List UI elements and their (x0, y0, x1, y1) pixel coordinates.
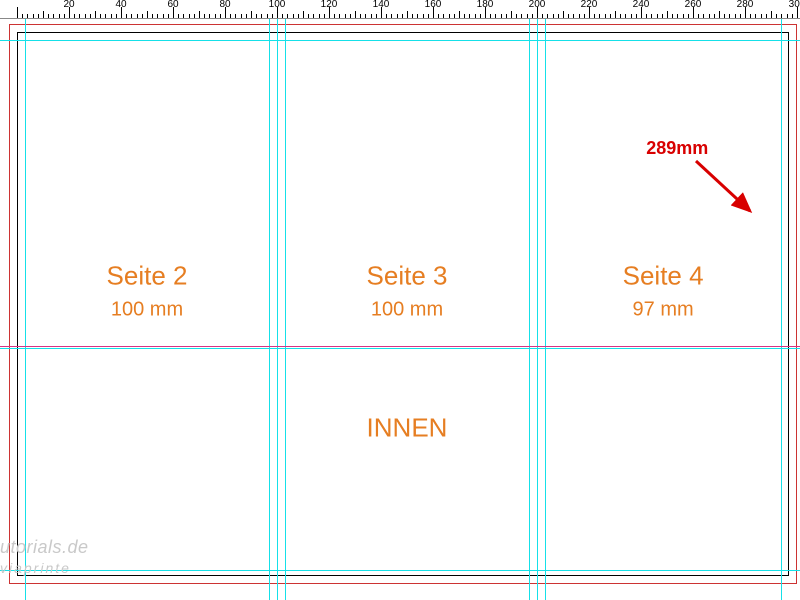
ruler-tick-label: 180 (477, 0, 494, 10)
ruler-tick-label: 80 (219, 0, 230, 10)
horizontal-ruler[interactable]: 20 40 60 80 100 120 140 160 180 200 220 240 260 280 30… (0, 0, 800, 19)
ruler-tick-label: 140 (373, 0, 390, 10)
ruler-tick-label: 260 (685, 0, 702, 10)
watermark-line1: utorials.de (0, 537, 89, 557)
ruler-tick-label: 120 (321, 0, 338, 10)
watermark: utorials.de viaprinte (0, 538, 89, 578)
panel-1-width: 100 mm (111, 299, 183, 322)
panel-1-title: Seite 2 (107, 261, 188, 292)
ruler-tick-label: 20 (63, 0, 74, 10)
ruler-tick-label: 200 (529, 0, 546, 10)
watermark-line2: viaprinte (0, 560, 71, 576)
ruler-tick-label: 240 (633, 0, 650, 10)
document-canvas[interactable]: Seite 2 100 mm Seite 3 100 mm Seite 4 97… (0, 18, 800, 600)
ruler-tick-label: 40 (115, 0, 126, 10)
ruler-tick-label: 160 (425, 0, 442, 10)
ruler-tick-label: 300 (789, 0, 800, 10)
ruler-tick-label: 280 (737, 0, 754, 10)
ruler-tick-label: 100 (269, 0, 286, 10)
ruler-tick-label: 60 (167, 0, 178, 10)
panel-3-width: 97 mm (633, 299, 694, 322)
panel-2-title: Seite 3 (367, 261, 448, 292)
inner-label: INNEN (367, 413, 448, 444)
panel-3-title: Seite 4 (623, 261, 704, 292)
ruler-tick-label: 220 (581, 0, 598, 10)
annotation-arrow-icon (688, 153, 768, 233)
panel-2-width: 100 mm (371, 299, 443, 322)
